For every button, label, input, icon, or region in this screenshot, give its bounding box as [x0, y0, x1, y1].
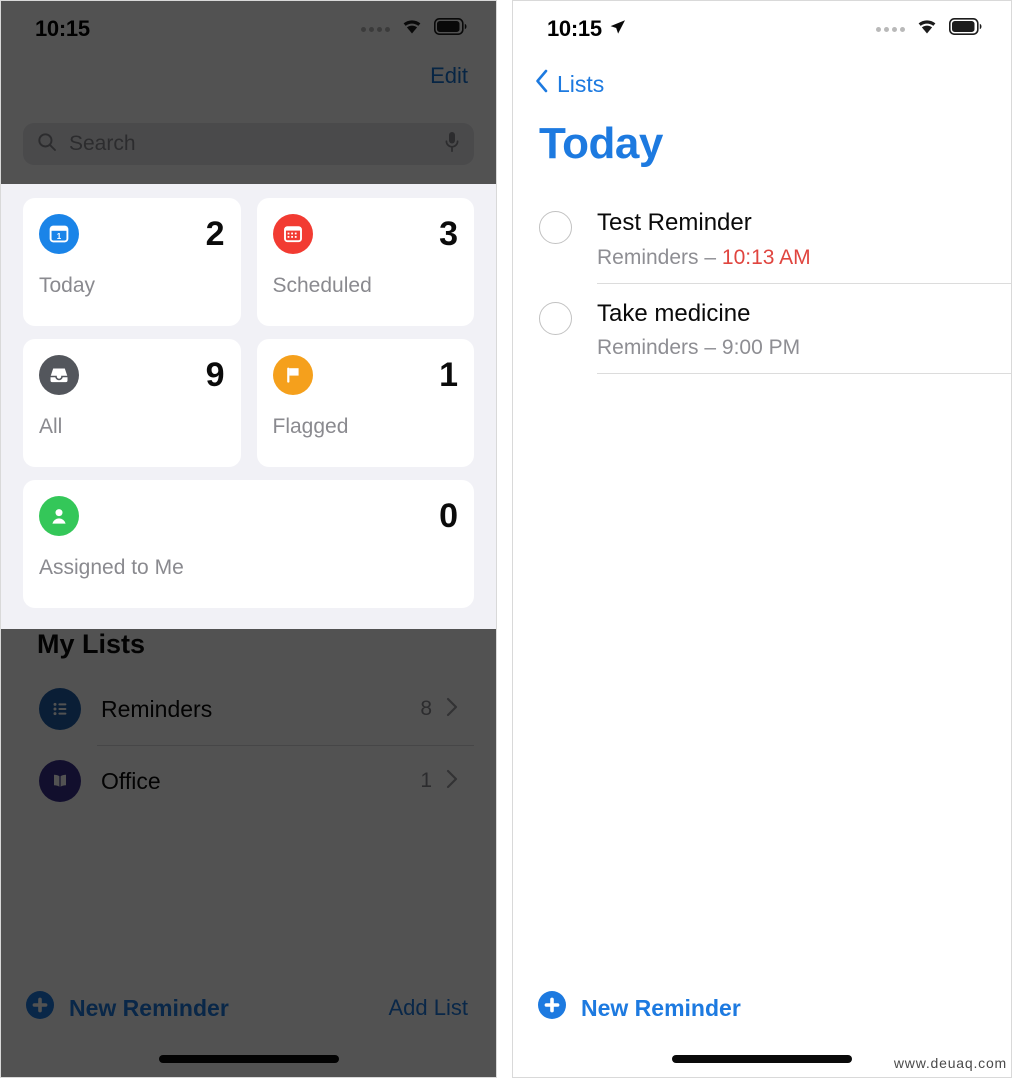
reminder-subtitle: Reminders – 10:13 AM — [597, 246, 811, 270]
card-count: 9 — [205, 356, 225, 394]
card-top-row: 1 — [272, 355, 458, 395]
status-bar-right: 10:15 — [513, 1, 1011, 57]
reminder-list: Test Reminder Reminders – 10:13 AM Take … — [539, 193, 1011, 374]
reminder-row[interactable]: Test Reminder Reminders – 10:13 AM — [539, 193, 1011, 284]
card-label: Scheduled — [272, 274, 372, 297]
left-phone-screen: 10:15 Edit Search 1 2 Today 3 Scheduled … — [0, 0, 497, 1078]
smart-card-all[interactable]: 9 All — [23, 339, 241, 467]
card-count: 2 — [205, 215, 225, 253]
reminder-title: Test Reminder — [597, 209, 752, 236]
smart-card-today[interactable]: 1 2 Today — [23, 198, 241, 326]
reminder-due-time: 10:13 AM — [721, 245, 811, 269]
person-icon — [39, 496, 79, 536]
my-lists-heading: My Lists — [37, 629, 146, 659]
chevron-right-icon — [446, 697, 458, 722]
bottom-toolbar-left: New Reminder Add List — [1, 981, 496, 1035]
new-reminder-label: New Reminder — [69, 994, 229, 1021]
reminder-list-name: Reminders — [597, 336, 699, 360]
smart-card-grid: 1 2 Today 3 Scheduled 9 All 1 Flagged 0 … — [23, 198, 474, 608]
new-reminder-label: New Reminder — [581, 994, 741, 1021]
search-icon — [37, 132, 57, 157]
home-indicator — [158, 1055, 339, 1063]
list-item-label: Office — [101, 767, 161, 794]
card-top-row: 3 — [272, 214, 458, 254]
reminder-text: Take medicine Reminders – 9:00 PM — [597, 300, 800, 361]
chevron-right-icon — [446, 769, 458, 794]
calendar-icon — [272, 214, 313, 254]
list-item-label: Reminders — [101, 695, 213, 722]
card-label: All — [39, 415, 63, 438]
signal-dots-icon — [361, 26, 390, 32]
edit-button[interactable]: Edit — [430, 63, 468, 89]
wifi-icon — [399, 17, 425, 41]
calendar-today-icon: 1 — [39, 214, 79, 254]
open-book-icon — [39, 760, 81, 802]
status-bar-left: 10:15 — [1, 1, 496, 57]
list-item[interactable]: Reminders 8 — [23, 673, 474, 745]
reminder-row[interactable]: Take medicine Reminders – 9:00 PM — [539, 284, 1011, 375]
my-lists-container: Reminders 8 Office 1 — [23, 673, 474, 817]
status-time: 10:15 — [547, 16, 626, 42]
battery-icon — [949, 18, 983, 40]
svg-text:1: 1 — [57, 232, 62, 241]
inbox-tray-icon — [39, 355, 79, 395]
search-placeholder: Search — [69, 132, 136, 155]
complete-circle-icon[interactable] — [539, 301, 572, 335]
reminder-subtitle: Reminders – 9:00 PM — [597, 336, 800, 360]
location-arrow-icon — [609, 16, 626, 42]
home-indicator — [672, 1055, 852, 1063]
new-reminder-button[interactable]: New Reminder — [537, 990, 741, 1026]
right-phone-screen: 10:15 Lists Today Test Reminder Reminder… — [512, 0, 1012, 1078]
reminder-text: Test Reminder Reminders – 10:13 AM — [597, 209, 811, 270]
wifi-icon — [914, 17, 940, 41]
card-top-row: 1 2 — [39, 214, 225, 254]
page-title: Today — [539, 119, 663, 168]
bottom-toolbar-right: New Reminder — [513, 981, 1011, 1035]
chevron-left-icon — [535, 69, 549, 99]
list-item-count: 1 — [420, 769, 432, 792]
plus-circle-icon — [537, 990, 567, 1026]
smart-cards-region: 1 2 Today 3 Scheduled 9 All 1 Flagged 0 … — [1, 184, 496, 629]
card-count: 3 — [439, 215, 458, 253]
card-count: 1 — [439, 356, 458, 394]
smart-card-assigned-to-me[interactable]: 0 Assigned to Me — [23, 480, 474, 608]
reminder-separator: – — [704, 336, 717, 360]
flag-icon — [272, 355, 313, 395]
reminder-separator: – — [704, 245, 717, 269]
status-time-text: 10:15 — [35, 16, 90, 41]
card-top-row: 9 — [39, 355, 225, 395]
back-button-label: Lists — [557, 70, 605, 97]
smart-card-flagged[interactable]: 1 Flagged — [256, 339, 474, 467]
status-time: 10:15 — [35, 16, 90, 42]
card-top-row: 0 — [39, 496, 458, 536]
status-indicators — [876, 17, 983, 41]
card-label: Flagged — [272, 415, 349, 438]
reminder-title: Take medicine — [597, 299, 751, 327]
card-count: 0 — [439, 497, 458, 535]
card-label: Assigned to Me — [39, 556, 184, 579]
watermark: www.deuaq.com — [893, 1055, 1007, 1071]
plus-circle-icon — [25, 990, 55, 1026]
screenshot-root: 10:15 Edit Search 1 2 Today 3 Scheduled … — [0, 0, 1012, 1078]
new-reminder-button[interactable]: New Reminder — [25, 990, 229, 1026]
list-item-count: 8 — [420, 697, 432, 720]
status-time-text: 10:15 — [547, 16, 602, 41]
complete-circle-icon[interactable] — [539, 211, 572, 244]
search-input[interactable]: Search — [23, 123, 474, 165]
back-button[interactable]: Lists — [535, 69, 604, 99]
smart-card-scheduled[interactable]: 3 Scheduled — [256, 198, 474, 326]
bulleted-list-icon — [39, 688, 81, 730]
battery-icon — [434, 18, 468, 40]
status-indicators — [361, 17, 468, 41]
card-label: Today — [39, 274, 96, 297]
reminder-due-time: 9:00 PM — [721, 336, 801, 360]
signal-dots-icon — [876, 26, 905, 32]
list-item[interactable]: Office 1 — [23, 745, 474, 817]
microphone-icon[interactable] — [444, 131, 460, 158]
add-list-button[interactable]: Add List — [389, 995, 469, 1021]
reminder-list-name: Reminders — [597, 245, 699, 269]
